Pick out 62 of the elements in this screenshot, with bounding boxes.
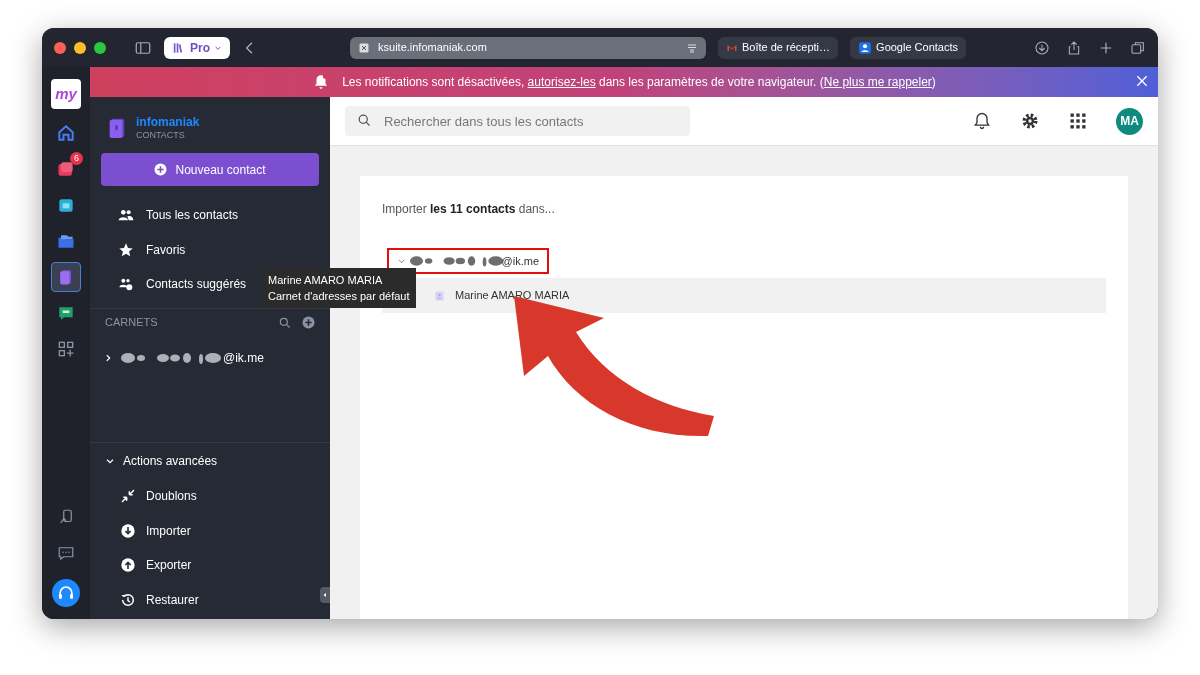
section-heading: CARNETS <box>105 315 159 331</box>
intro-text: Importer les 11 contacts dans... <box>382 201 556 218</box>
text-link[interactable]: Ne plus me rappeler <box>823 75 932 89</box>
star-icon <box>118 241 134 258</box>
mail-app-icon <box>56 159 76 179</box>
icon-button[interactable] <box>1020 111 1040 131</box>
close-button[interactable] <box>1134 73 1150 89</box>
search-icon <box>278 315 292 330</box>
message-icon <box>57 544 75 562</box>
merge-arrows-icon <box>120 488 136 505</box>
menu-item[interactable]: Importer <box>90 513 316 548</box>
page-icon <box>358 41 370 54</box>
plus-circle-icon <box>154 163 168 176</box>
nav-item[interactable]: Favoris <box>90 232 330 267</box>
address-book-item[interactable]: @ik.me <box>90 340 330 375</box>
address-book-row[interactable]: @ik.me <box>387 248 549 274</box>
add-button[interactable] <box>302 316 315 329</box>
app-grid-icon <box>56 339 76 359</box>
close-icon <box>1134 73 1150 89</box>
contact-icon <box>858 40 873 55</box>
icon-button[interactable] <box>972 111 992 131</box>
tooltip-text: Marine AMARO MARIA <box>268 273 384 288</box>
contact-card-icon <box>434 289 445 302</box>
notification-message: Les notifications sont désactivées, autorisez-les dans les paramètres de votre navigateur. (Ne plus me rappeler) <box>342 74 936 91</box>
search-icon <box>357 113 372 128</box>
brand-name: infomaniak <box>136 115 200 129</box>
app-logo[interactable]: my <box>51 79 81 109</box>
menu-item[interactable]: Exporter <box>90 548 316 583</box>
suggested-people-icon <box>118 276 134 293</box>
section-toggle[interactable]: Actions avancées <box>90 443 233 479</box>
settings-icon <box>1020 111 1040 131</box>
product-name: CONTACTS <box>136 129 186 141</box>
download-icon[interactable] <box>1034 39 1050 56</box>
home-icon <box>56 123 76 143</box>
app-grid-icon <box>1068 111 1088 131</box>
user-avatar[interactable]: MA <box>1116 107 1143 135</box>
browser-tab[interactable]: Boîte de récepti… <box>718 36 839 59</box>
reader-icon <box>686 41 698 54</box>
search-field[interactable]: Rechercher dans tous les contacts <box>345 106 690 136</box>
browser-tab[interactable]: Google Contacts <box>850 36 966 59</box>
app-rail-button[interactable]: 6 <box>51 154 81 184</box>
notification-badge: 6 <box>70 152 83 165</box>
menu-item[interactable]: Doublons <box>90 479 316 514</box>
upload-circle-icon <box>120 557 136 574</box>
device-icon <box>57 508 75 526</box>
window-controls-icon[interactable] <box>54 41 106 54</box>
new-contact-button[interactable]: Nouveau contact <box>101 153 319 186</box>
caret-left-icon <box>322 592 328 598</box>
plus-circle-icon <box>302 316 315 329</box>
bell-icon <box>972 111 992 131</box>
tab-group-button[interactable]: Pro <box>164 36 230 59</box>
history-icon <box>120 591 136 608</box>
headset-icon[interactable] <box>52 579 80 607</box>
tabs-overview-icon[interactable] <box>1130 39 1146 56</box>
download-circle-icon <box>120 522 136 539</box>
text-link[interactable]: autorisez-les <box>527 75 596 89</box>
search-button[interactable] <box>278 315 292 330</box>
menu-item[interactable]: Restaurer <box>90 582 316 617</box>
address-bar[interactable]: ksuite.infomaniak.com <box>350 36 706 59</box>
share-icon[interactable] <box>1066 39 1082 56</box>
nav-item[interactable]: Tous les contacts <box>90 198 330 233</box>
icon-button[interactable] <box>1068 111 1088 131</box>
